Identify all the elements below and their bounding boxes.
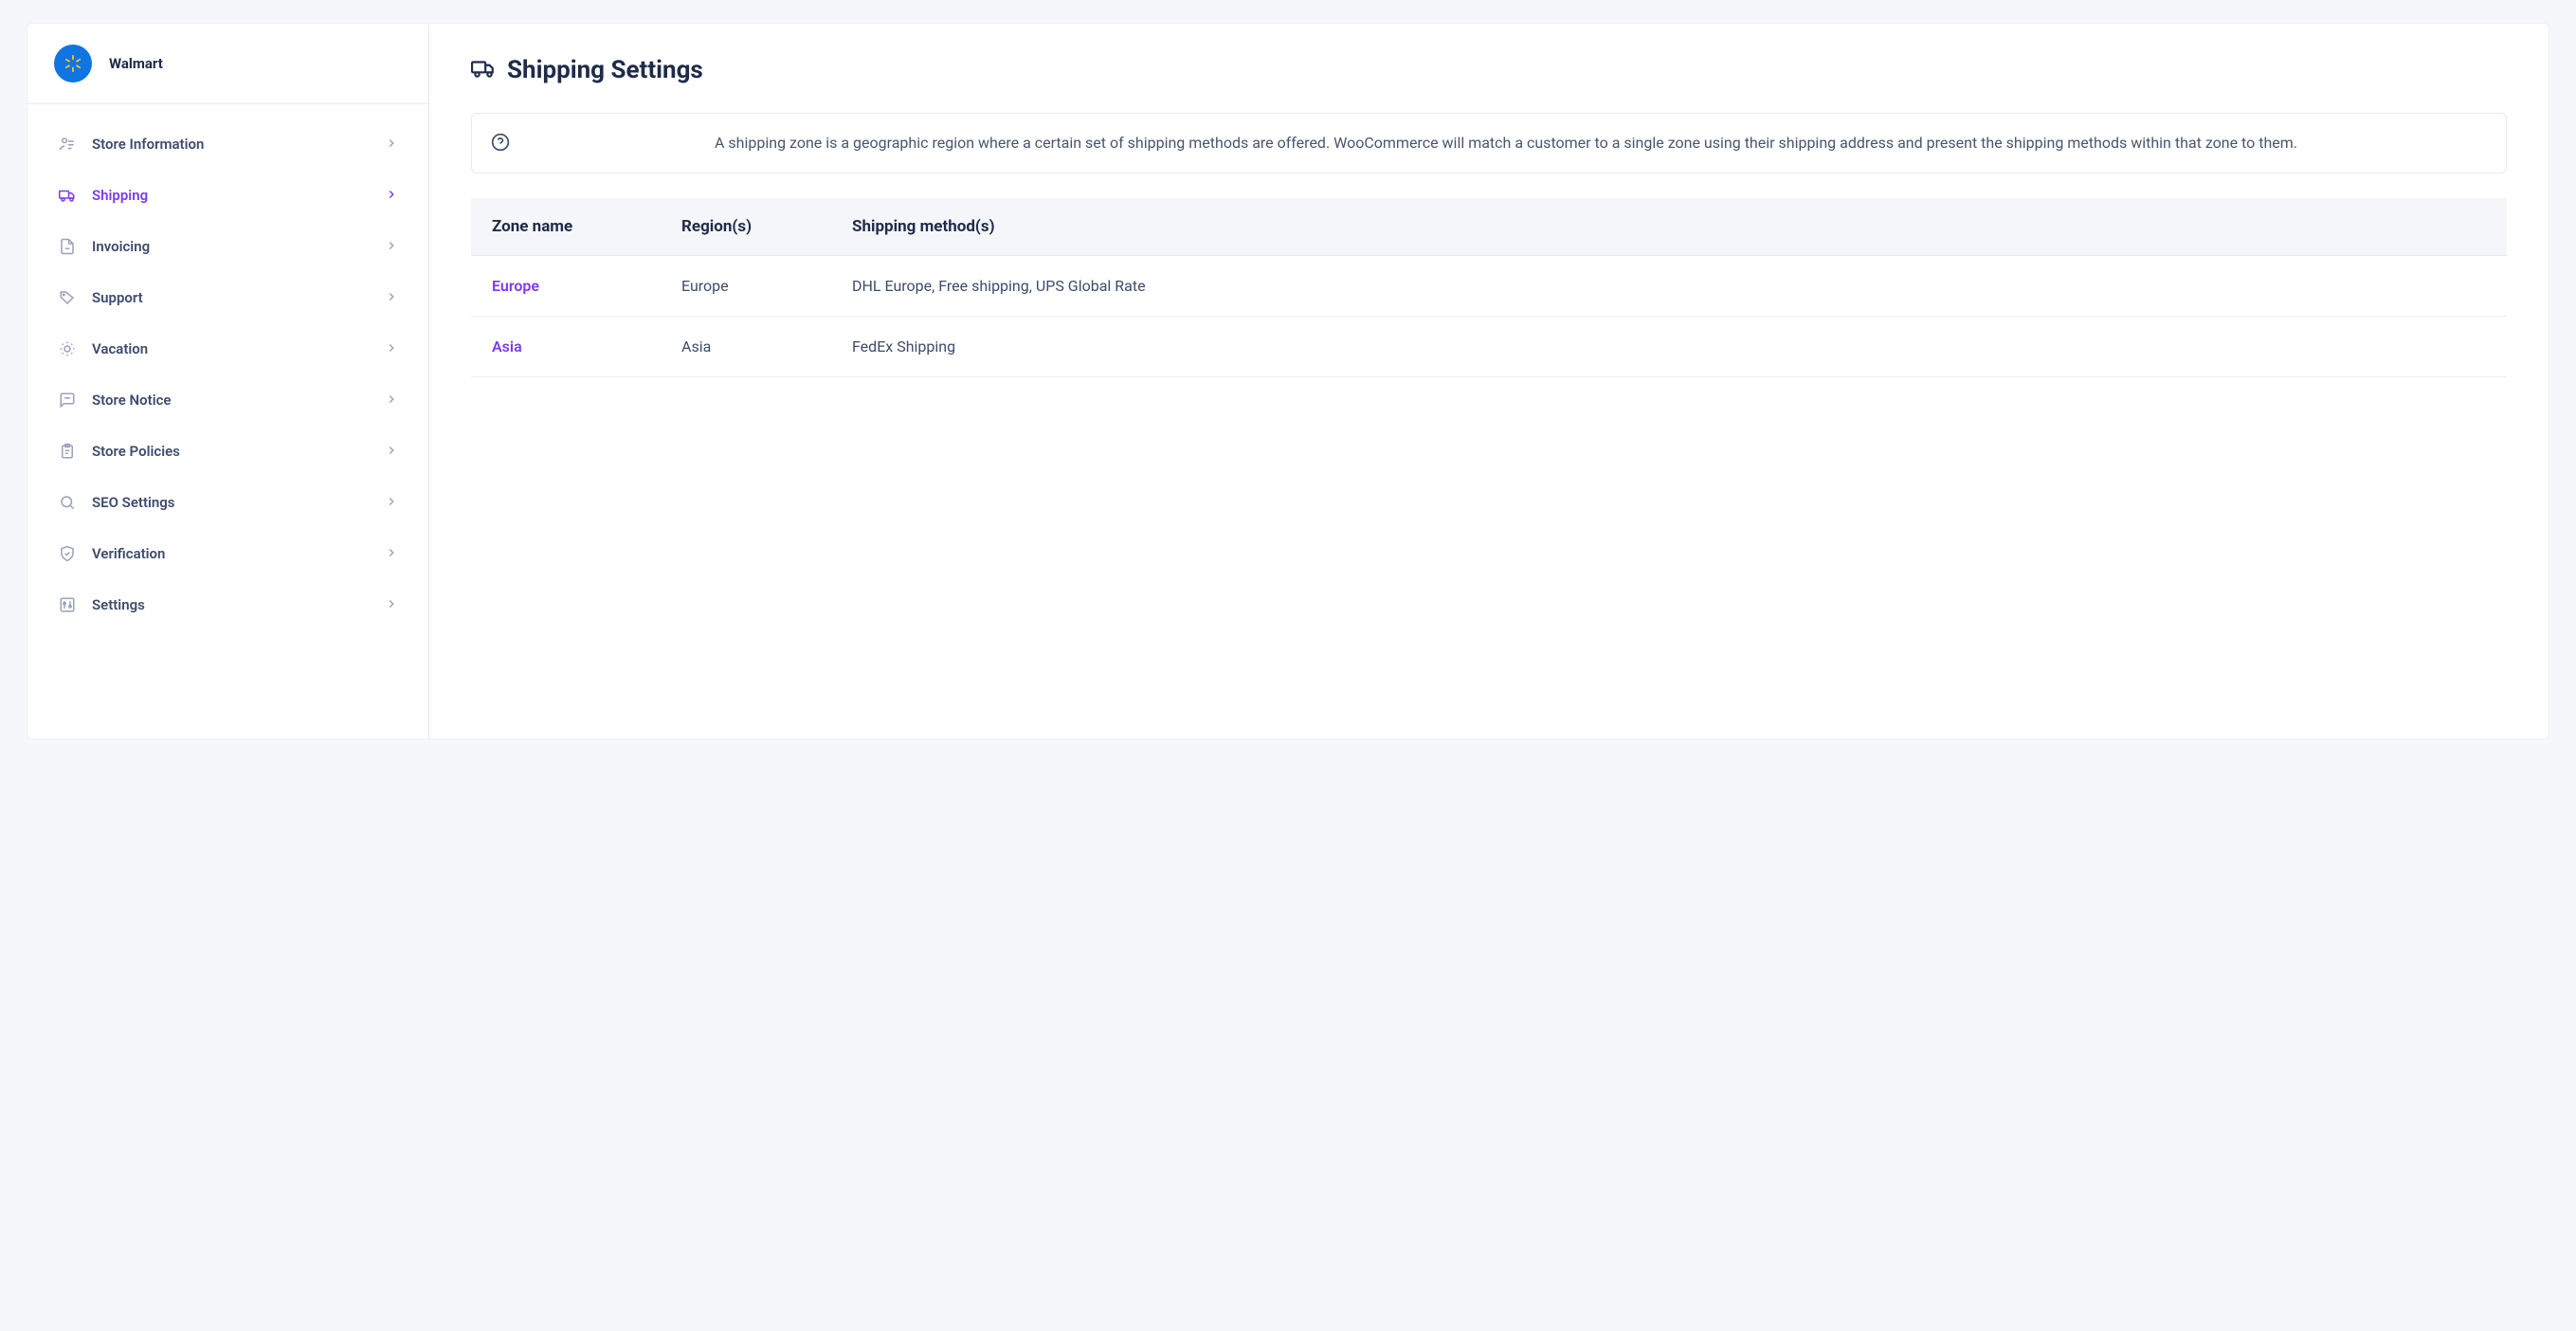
- tag-icon: [58, 288, 77, 307]
- brand-logo: [54, 45, 92, 82]
- chat-icon: [58, 391, 77, 410]
- sidebar-item-support[interactable]: Support: [41, 273, 415, 322]
- sidebar-item-label: Verification: [92, 545, 370, 562]
- sidebar: Walmart Store Information Shipping: [27, 24, 429, 738]
- chevron-right-icon: [385, 596, 398, 614]
- sun-icon: [58, 339, 77, 358]
- walmart-spark-icon: [63, 53, 83, 74]
- sidebar-item-label: Invoicing: [92, 238, 370, 255]
- chevron-right-icon: [385, 340, 398, 358]
- settings-card: Walmart Store Information Shipping: [27, 23, 2549, 739]
- sidebar-item-label: SEO Settings: [92, 494, 370, 511]
- sidebar-item-label: Shipping: [92, 187, 370, 204]
- column-header-zone: Zone name: [471, 198, 661, 256]
- zone-link[interactable]: Europe: [492, 277, 539, 295]
- sidebar-item-label: Store Information: [92, 136, 370, 153]
- zone-region: Europe: [661, 256, 831, 317]
- sidebar-nav: Store Information Shipping Invoicing: [27, 104, 428, 645]
- sidebar-item-label: Support: [92, 289, 370, 306]
- table-row: Europe Europe DHL Europe, Free shipping,…: [471, 256, 2507, 317]
- table-header-row: Zone name Region(s) Shipping method(s): [471, 198, 2507, 256]
- zone-region: Asia: [661, 317, 831, 377]
- sidebar-item-label: Store Policies: [92, 443, 370, 460]
- sidebar-item-seo-settings[interactable]: SEO Settings: [41, 478, 415, 527]
- sliders-icon: [58, 595, 77, 614]
- clipboard-icon: [58, 442, 77, 461]
- user-card-icon: [58, 135, 77, 154]
- sidebar-item-shipping[interactable]: Shipping: [41, 171, 415, 220]
- sidebar-item-invoicing[interactable]: Invoicing: [41, 222, 415, 271]
- sidebar-item-verification[interactable]: Verification: [41, 529, 415, 578]
- chevron-right-icon: [385, 289, 398, 307]
- sidebar-item-label: Vacation: [92, 340, 370, 357]
- shipping-zones-table: Zone name Region(s) Shipping method(s) E…: [471, 198, 2507, 377]
- sidebar-header: Walmart: [27, 24, 428, 104]
- help-circle-icon: [491, 133, 510, 155]
- chevron-right-icon: [385, 494, 398, 512]
- table-row: Asia Asia FedEx Shipping: [471, 317, 2507, 377]
- sidebar-item-label: Settings: [92, 596, 370, 613]
- sidebar-item-label: Store Notice: [92, 392, 370, 409]
- document-icon: [58, 237, 77, 256]
- truck-icon: [58, 186, 77, 205]
- chevron-right-icon: [385, 443, 398, 461]
- info-box: A shipping zone is a geographic region w…: [471, 113, 2507, 173]
- search-icon: [58, 493, 77, 512]
- zone-methods: FedEx Shipping: [831, 317, 2507, 377]
- column-header-methods: Shipping method(s): [831, 198, 2507, 256]
- main-content: Shipping Settings A shipping zone is a g…: [429, 24, 2549, 738]
- chevron-right-icon: [385, 545, 398, 563]
- sidebar-item-store-policies[interactable]: Store Policies: [41, 427, 415, 476]
- sidebar-item-store-notice[interactable]: Store Notice: [41, 375, 415, 425]
- chevron-right-icon: [385, 136, 398, 154]
- page-title: Shipping Settings: [507, 56, 703, 84]
- sidebar-item-settings[interactable]: Settings: [41, 580, 415, 629]
- zone-link[interactable]: Asia: [492, 337, 522, 356]
- column-header-region: Region(s): [661, 198, 831, 256]
- sidebar-item-vacation[interactable]: Vacation: [41, 324, 415, 374]
- truck-icon: [471, 56, 496, 84]
- chevron-right-icon: [385, 187, 398, 205]
- sidebar-item-store-information[interactable]: Store Information: [41, 119, 415, 169]
- shield-check-icon: [58, 544, 77, 563]
- chevron-right-icon: [385, 392, 398, 410]
- zone-methods: DHL Europe, Free shipping, UPS Global Ra…: [831, 256, 2507, 317]
- page-title-row: Shipping Settings: [471, 56, 2507, 84]
- brand-name: Walmart: [109, 55, 163, 72]
- info-text: A shipping zone is a geographic region w…: [525, 131, 2487, 155]
- chevron-right-icon: [385, 238, 398, 256]
